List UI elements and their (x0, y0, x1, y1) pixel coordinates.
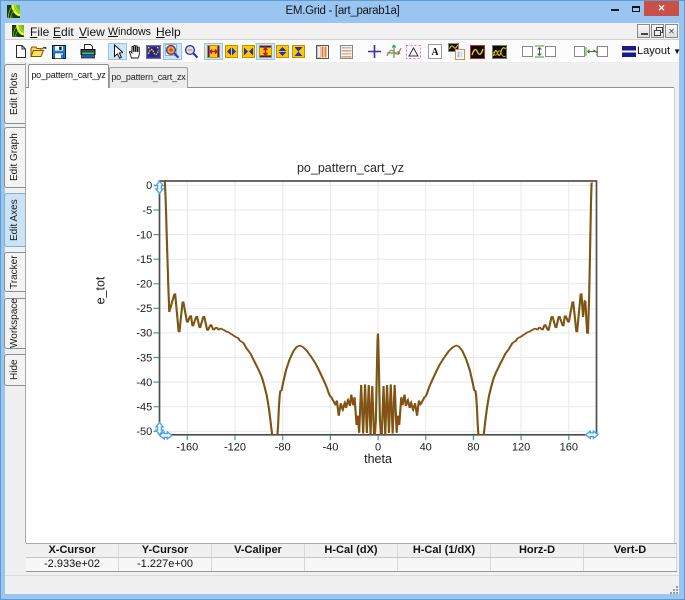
svg-text:160: 160 (560, 442, 578, 454)
svg-text:-5: -5 (143, 205, 153, 217)
svg-text:theta: theta (364, 452, 392, 466)
svg-text:-40: -40 (322, 442, 338, 454)
svg-text:120: 120 (512, 442, 530, 454)
svg-text:-20: -20 (136, 279, 152, 291)
svg-text:80: 80 (467, 442, 479, 454)
svg-text:-160: -160 (176, 442, 198, 454)
svg-text:-35: -35 (136, 352, 152, 364)
svg-text:A: A (431, 47, 439, 58)
svg-text:-10: -10 (136, 229, 152, 241)
svg-text:-120: -120 (224, 442, 246, 454)
svg-text:-45: -45 (136, 402, 152, 414)
svg-text:po_pattern_cart_yz: po_pattern_cart_yz (297, 161, 404, 175)
svg-text:-15: -15 (136, 254, 152, 266)
svg-text:-30: -30 (136, 328, 152, 340)
svg-text:-80: -80 (275, 442, 291, 454)
svg-text:-40: -40 (136, 377, 152, 389)
svg-text:e_tot: e_tot (94, 276, 108, 304)
svg-text:0: 0 (146, 180, 152, 192)
svg-text:-25: -25 (136, 303, 152, 315)
svg-text:40: 40 (420, 442, 432, 454)
svg-text:-50: -50 (136, 426, 152, 438)
